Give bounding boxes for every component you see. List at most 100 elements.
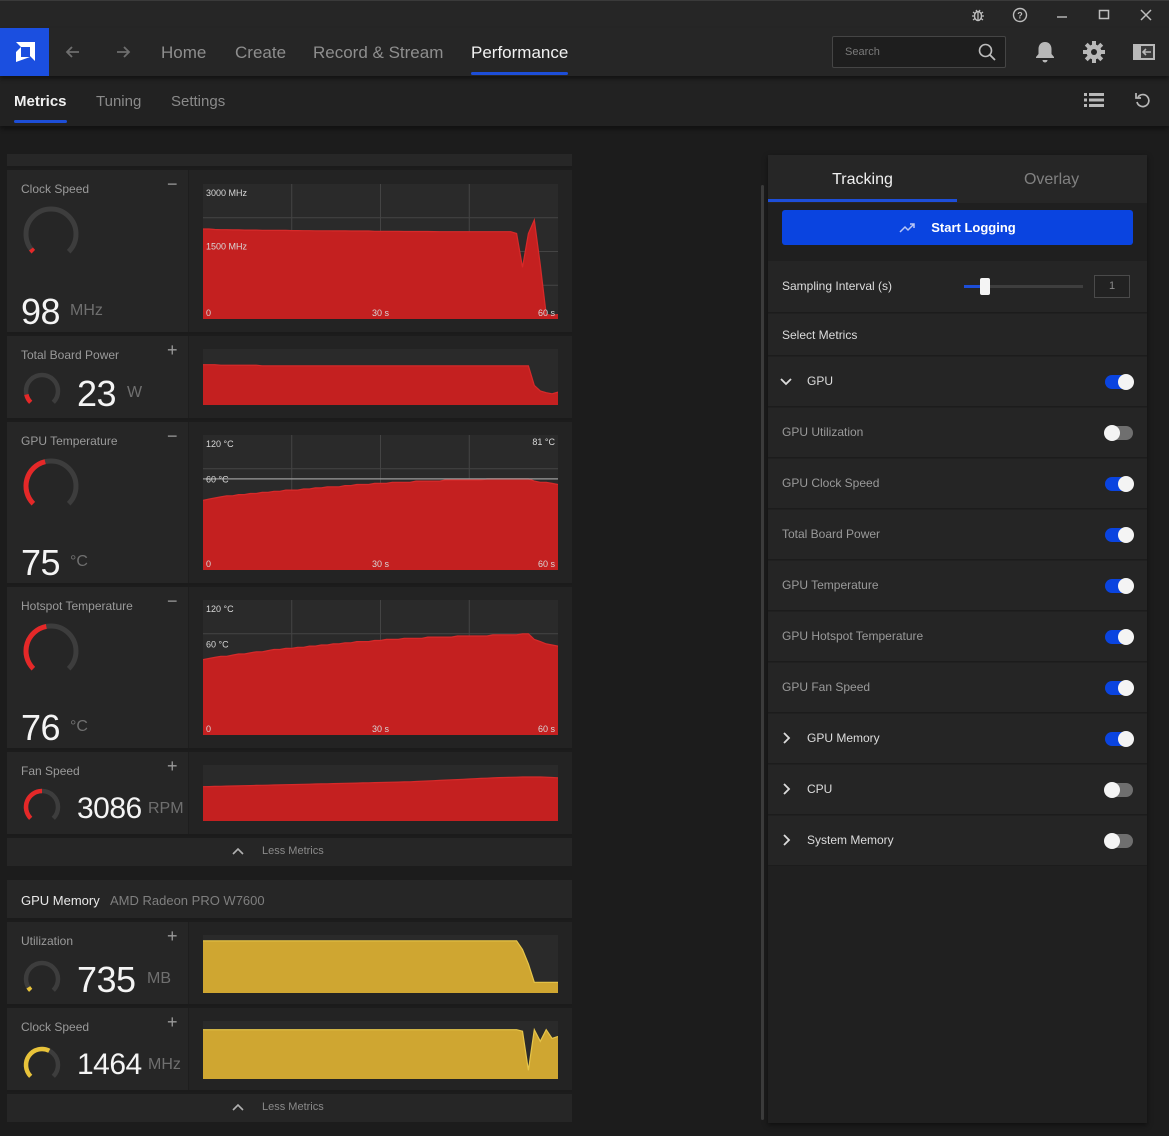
- tab-tuning[interactable]: Tuning: [96, 76, 141, 126]
- select-metrics-row: Select Metrics: [768, 314, 1147, 356]
- metric-select-label: Total Board Power: [782, 527, 881, 541]
- collapse-metric-button[interactable]: −: [167, 174, 178, 194]
- arrow-left-icon[interactable]: [61, 40, 85, 64]
- sampling-interval-slider[interactable]: [964, 278, 1083, 295]
- chevron-right-icon[interactable]: [779, 782, 793, 796]
- metric-select-row-gpu-temperature: GPU Temperature: [768, 561, 1147, 611]
- metric-unit: MB: [147, 970, 171, 987]
- metric-chart: [203, 349, 558, 405]
- sampling-interval-input[interactable]: 1: [1094, 275, 1130, 298]
- toggle-switch[interactable]: [1104, 833, 1133, 849]
- nav-create[interactable]: Create: [235, 28, 286, 76]
- panel-collapse-icon[interactable]: [1131, 39, 1157, 65]
- scrollbar[interactable]: [761, 185, 764, 1120]
- metric-row-fan-speed: Fan Speed + 3086 RPM: [7, 752, 572, 836]
- chevron-down-icon[interactable]: [779, 374, 793, 388]
- y-axis-top-label: 120 °C: [206, 604, 234, 614]
- tab-tracking[interactable]: Tracking: [768, 155, 957, 203]
- x-axis-label: 0: [206, 308, 211, 318]
- expand-metric-button[interactable]: +: [167, 340, 178, 360]
- x-axis-label: 30 s: [372, 724, 390, 734]
- collapse-metric-button[interactable]: −: [167, 591, 178, 611]
- title-bar: ?: [0, 0, 1169, 28]
- metric-row-memory-clock-speed: Clock Speed + 1464 MHz: [7, 1008, 572, 1092]
- metric-unit: RPM: [148, 800, 184, 817]
- chart-area-fill: [203, 940, 558, 993]
- metric-row-gpu-temperature: GPU Temperature − 75 °C 120 °C 60 °C 81 °C…: [7, 422, 572, 585]
- metric-select-label: GPU Memory: [807, 731, 880, 745]
- metric-chart: 120 °C 60 °C 0 30 s 60 s: [203, 600, 558, 735]
- search-box: [832, 36, 1006, 68]
- tab-overlay[interactable]: Overlay: [957, 155, 1146, 203]
- metric-select-row-gpu-memory: GPU Memory: [768, 714, 1147, 764]
- metric-select-label: GPU Utilization: [782, 425, 864, 439]
- toggle-switch[interactable]: [1105, 680, 1134, 696]
- minimize-icon[interactable]: [1048, 5, 1076, 25]
- arrow-right-icon[interactable]: [111, 40, 135, 64]
- gauge-fill: [29, 247, 36, 254]
- less-metrics-button[interactable]: Less Metrics: [7, 838, 572, 866]
- help-icon[interactable]: ?: [1006, 5, 1034, 25]
- metric-unit: W: [127, 384, 143, 401]
- reset-icon[interactable]: [1133, 90, 1159, 116]
- metric-select-row-cpu: CPU: [768, 765, 1147, 815]
- gauge-icon: [23, 960, 61, 992]
- area-chart: [203, 364, 558, 405]
- y-axis-mid-label: 60 °C: [206, 475, 229, 485]
- expand-metric-button[interactable]: +: [167, 926, 178, 946]
- start-logging-button[interactable]: Start Logging: [782, 210, 1133, 245]
- gauge-icon: [23, 1046, 61, 1078]
- tab-metrics[interactable]: Metrics: [14, 76, 67, 126]
- maximize-icon[interactable]: [1090, 5, 1118, 25]
- nav-record-stream[interactable]: Record & Stream: [313, 28, 443, 76]
- list-view-icon[interactable]: [1083, 89, 1109, 115]
- metric-select-row-system-memory: System Memory: [768, 816, 1147, 866]
- less-metrics-button[interactable]: Less Metrics: [7, 1094, 572, 1122]
- bell-icon[interactable]: [1032, 39, 1058, 65]
- chevron-right-icon[interactable]: [779, 833, 793, 847]
- search-icon[interactable]: [977, 42, 997, 62]
- metric-label: Total Board Power: [21, 348, 120, 362]
- chevron-right-icon[interactable]: [779, 731, 793, 745]
- area-chart: 120 °C 60 °C 81 °C 0 30 s 60 s: [203, 435, 558, 570]
- metric-chart: 3000 MHz 1500 MHz 0 30 s 60 s: [203, 184, 558, 319]
- chevron-up-icon: [232, 847, 244, 855]
- area-chart: 3000 MHz 1500 MHz 0 30 s 60 s: [203, 184, 558, 319]
- close-icon[interactable]: [1132, 5, 1160, 25]
- top-navigation: Home Create Record & Stream Performance: [0, 28, 1169, 76]
- metric-value: 23: [77, 373, 117, 414]
- toggle-switch[interactable]: [1104, 782, 1133, 798]
- x-axis-label: 0: [206, 724, 211, 734]
- svg-text:?: ?: [1017, 11, 1023, 21]
- expand-metric-button[interactable]: +: [167, 1012, 178, 1032]
- metric-row-total-board-power: Total Board Power + 23 W: [7, 336, 572, 420]
- toggle-switch[interactable]: [1105, 731, 1134, 747]
- toggle-switch[interactable]: [1105, 374, 1134, 390]
- x-axis-label: 0: [206, 559, 211, 569]
- toggle-switch[interactable]: [1105, 476, 1134, 492]
- metric-value: 735: [77, 959, 136, 1000]
- expand-metric-button[interactable]: +: [167, 756, 178, 776]
- metric-label: Clock Speed: [21, 182, 90, 196]
- search-input[interactable]: [833, 37, 973, 67]
- nav-performance[interactable]: Performance: [471, 28, 569, 76]
- gear-icon[interactable]: [1081, 39, 1107, 65]
- less-metrics-label: Less Metrics: [262, 1101, 324, 1113]
- toggle-switch[interactable]: [1104, 425, 1133, 441]
- toggle-switch[interactable]: [1105, 527, 1134, 543]
- nav-home[interactable]: Home: [161, 28, 206, 76]
- metric-unit: MHz: [148, 1056, 181, 1073]
- bug-report-icon[interactable]: [964, 5, 992, 25]
- tab-settings[interactable]: Settings: [171, 76, 225, 126]
- chart-area-fill: [203, 633, 558, 735]
- toggle-switch[interactable]: [1105, 629, 1134, 645]
- gauge-icon: [23, 788, 61, 820]
- metric-unit: °C: [70, 718, 88, 735]
- gpu-panel-header: [7, 154, 572, 168]
- toggle-switch[interactable]: [1105, 578, 1134, 594]
- amd-logo-icon[interactable]: [0, 28, 49, 76]
- x-axis-label: 30 s: [372, 559, 390, 569]
- metric-label: Utilization: [21, 934, 74, 948]
- collapse-metric-button[interactable]: −: [167, 426, 178, 446]
- slider-thumb[interactable]: [980, 278, 991, 295]
